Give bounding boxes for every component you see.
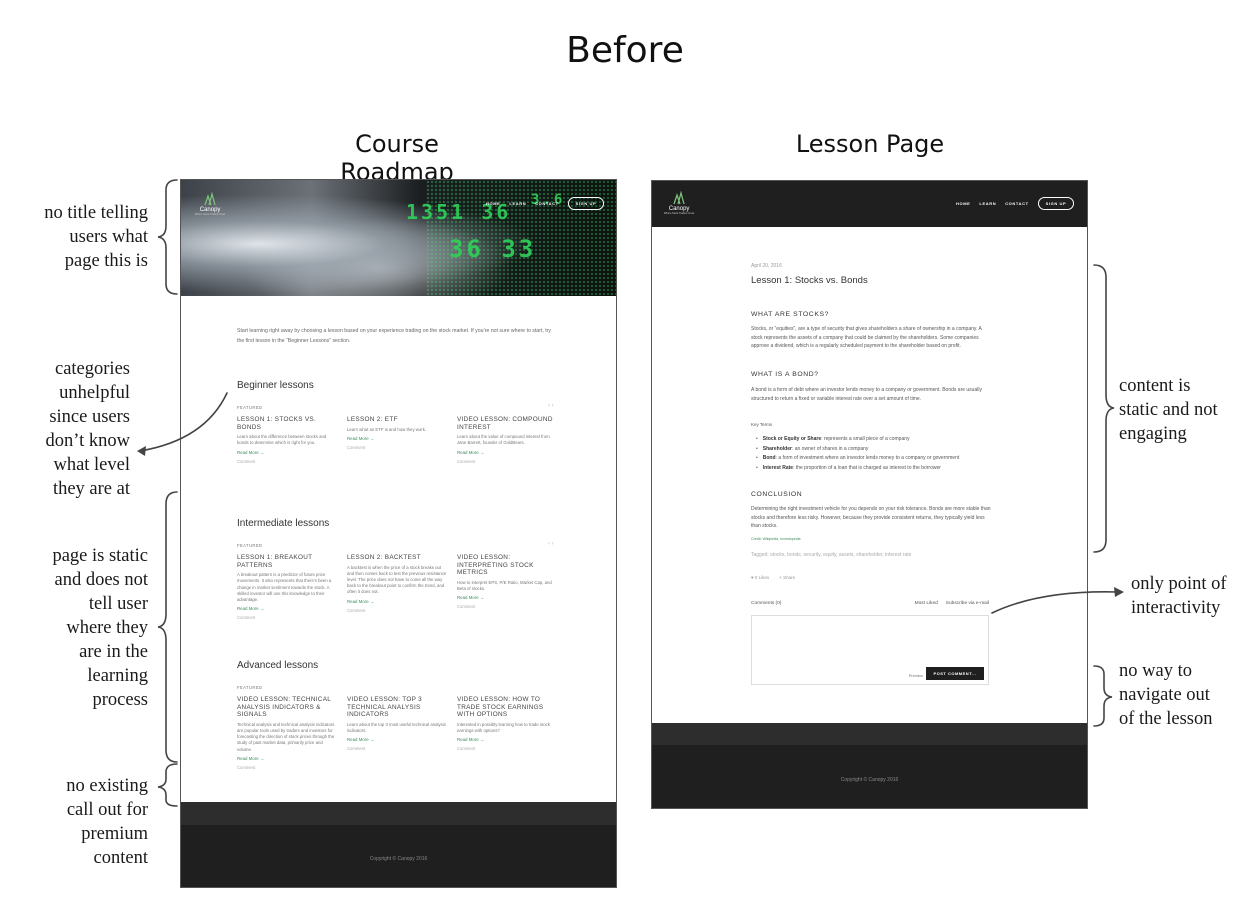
- brace-left-static: [157, 491, 178, 763]
- brace-right-content: [1093, 264, 1115, 553]
- annotation-graphics: [137, 179, 1124, 807]
- arrow-categories: [139, 392, 228, 452]
- arrowhead-icon: [137, 446, 146, 456]
- brace-left-title: [157, 179, 178, 295]
- arrowhead-icon: [1114, 587, 1124, 597]
- brace-left-premium: [157, 763, 178, 807]
- brace-right-navigate: [1093, 665, 1113, 727]
- arrow-interactivity: [991, 591, 1119, 614]
